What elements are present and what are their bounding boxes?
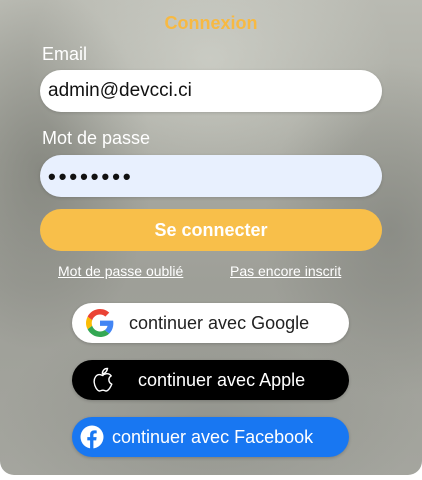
facebook-icon (80, 425, 104, 449)
facebook-button-label: continuer avec Facebook (112, 426, 314, 447)
apple-icon (90, 366, 116, 394)
login-button[interactable]: Se connecter (40, 209, 382, 251)
apple-button-label: continuer avec Apple (138, 369, 306, 390)
register-link[interactable]: Pas encore inscrit (230, 263, 341, 279)
login-title: Connexion (164, 13, 258, 33)
password-label: Mot de passe (42, 128, 151, 148)
email-label: Email (42, 44, 88, 64)
forgot-password-link[interactable]: Mot de passe oublié (58, 263, 183, 279)
google-button-label: continuer avec Google (129, 312, 310, 333)
apple-login-button[interactable]: continuer avec Apple (72, 360, 349, 400)
google-icon (86, 309, 114, 337)
facebook-login-button[interactable]: continuer avec Facebook (72, 417, 349, 457)
login-panel: Connexion Email Mot de passe •••••••• Se… (0, 0, 422, 475)
password-field[interactable]: •••••••• (40, 155, 382, 197)
google-login-button[interactable]: continuer avec Google (72, 303, 349, 343)
email-field[interactable] (40, 70, 382, 112)
